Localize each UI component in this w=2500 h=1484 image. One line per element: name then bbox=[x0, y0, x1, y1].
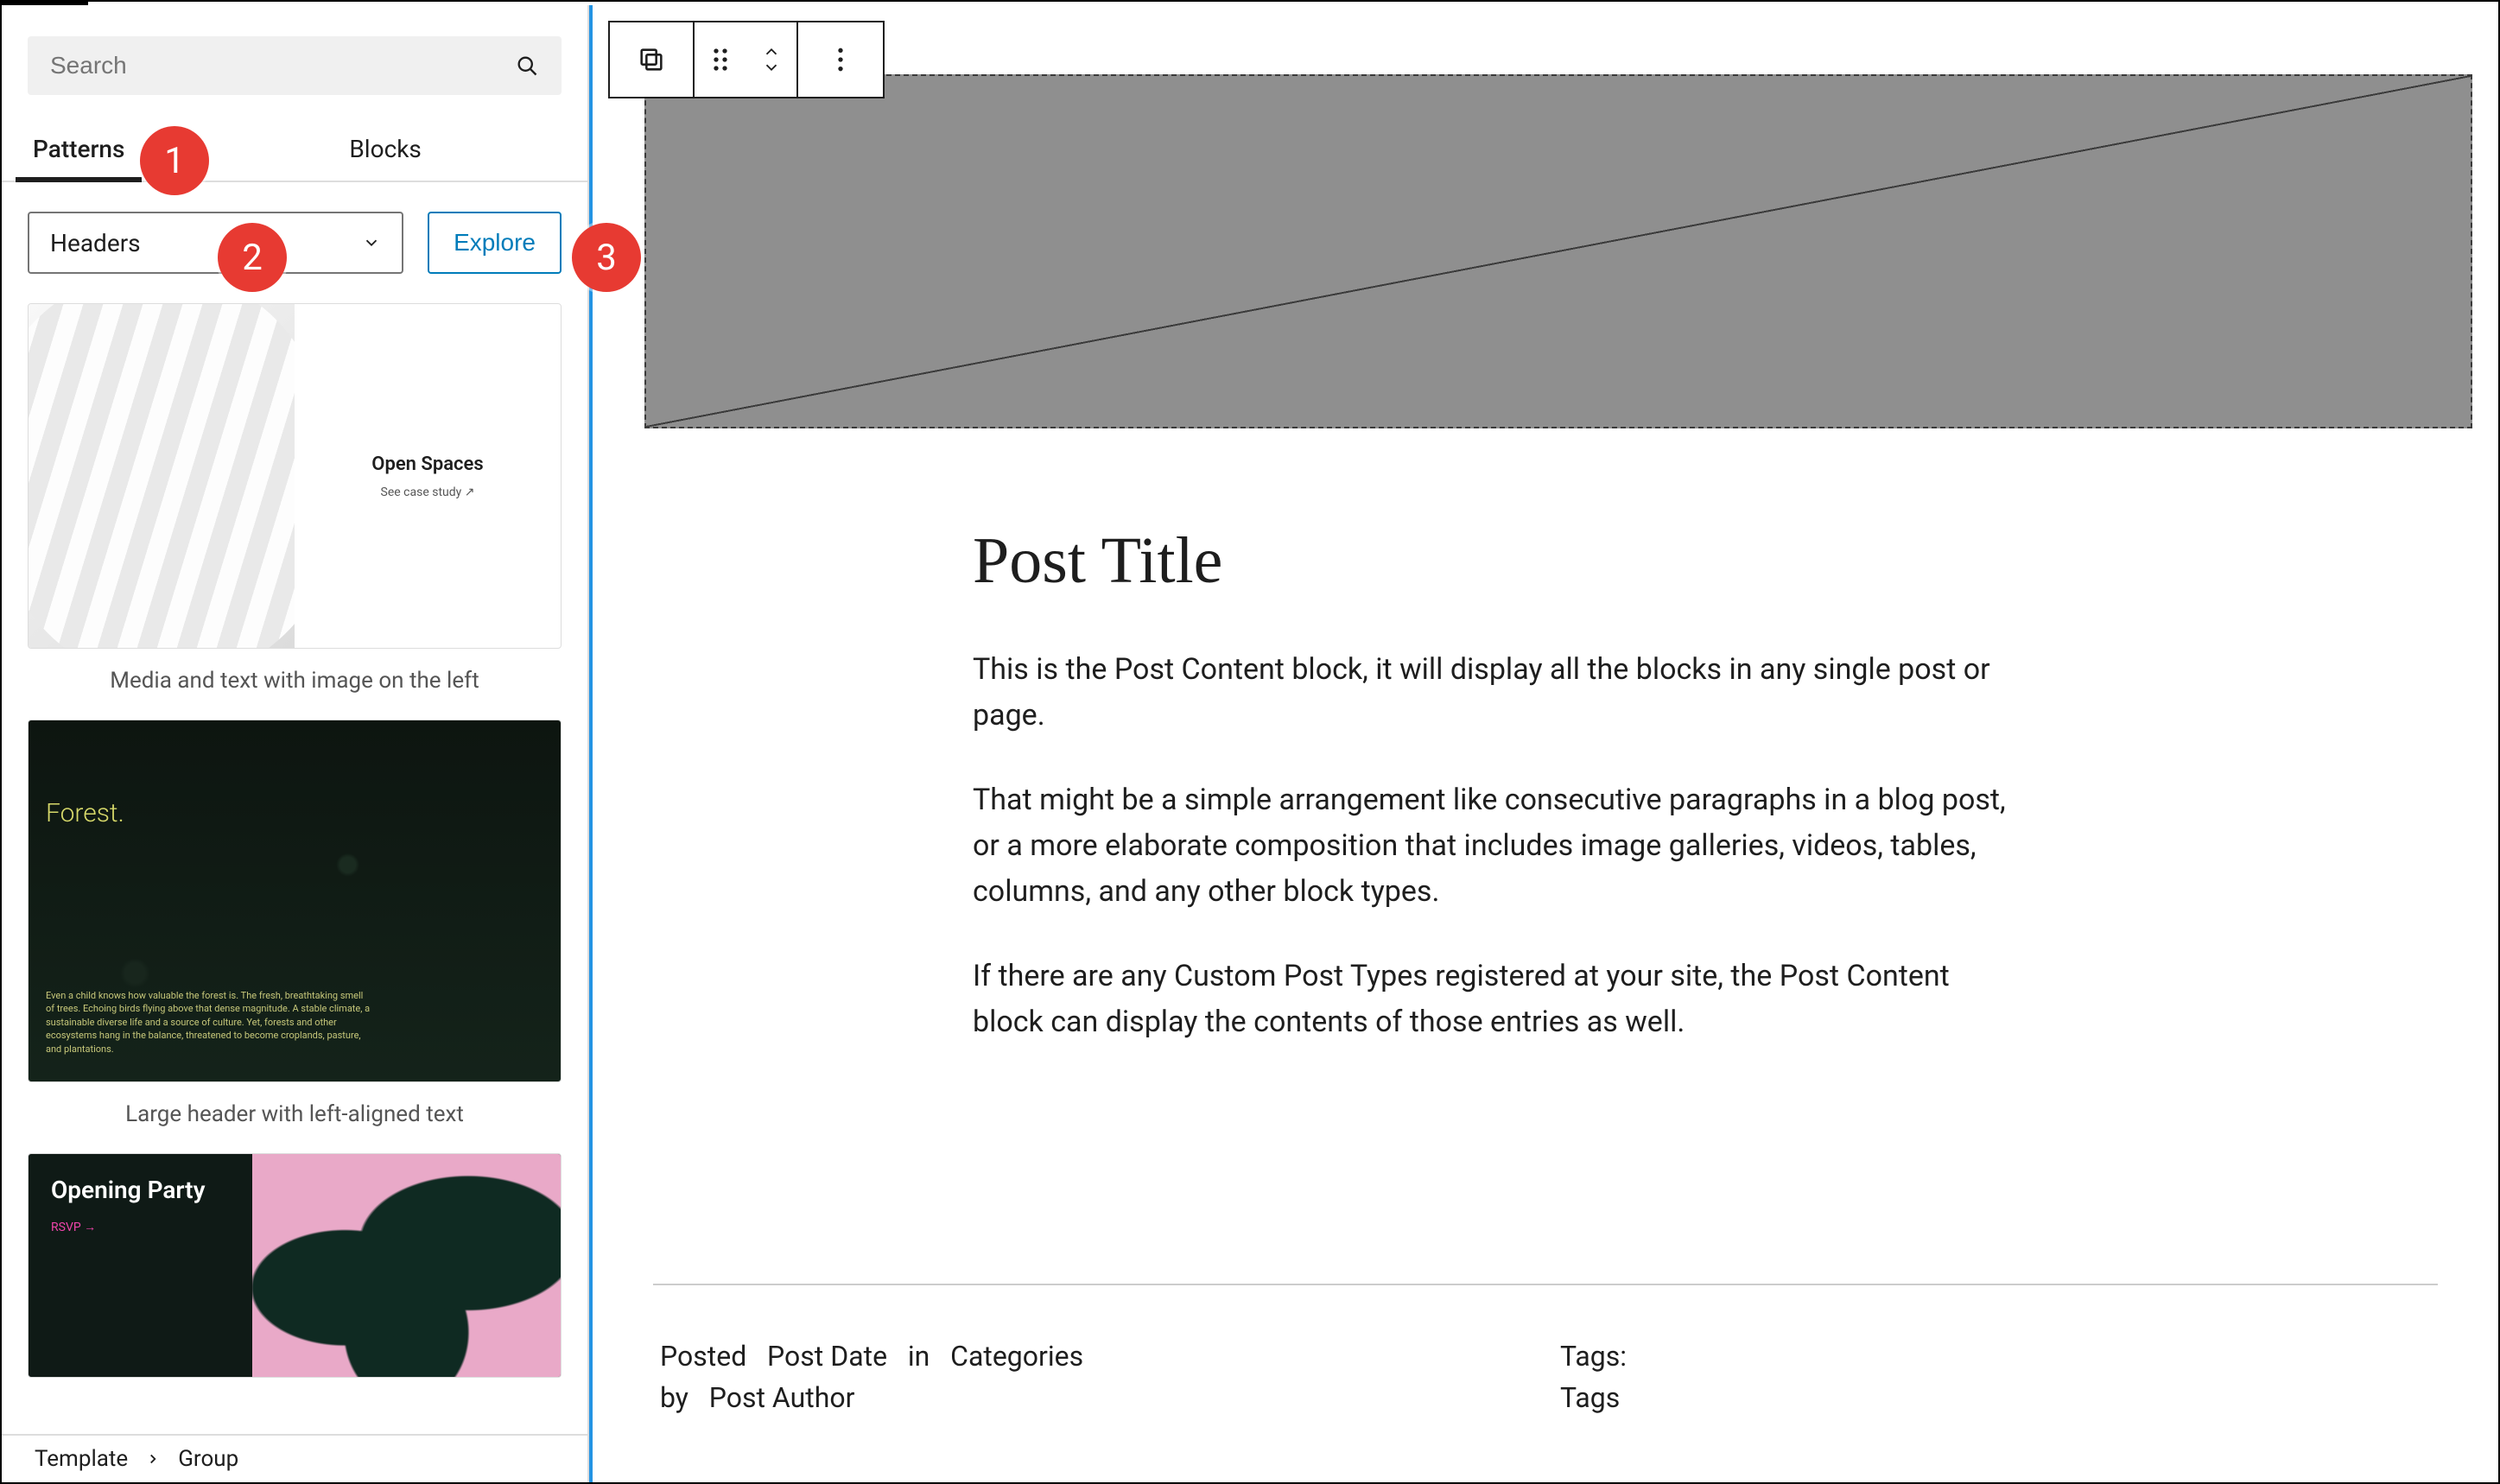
chevron-right-icon bbox=[145, 1451, 161, 1467]
pattern-category-select[interactable]: Headers bbox=[28, 212, 403, 274]
pattern-preview-subtitle: See case study ↗ bbox=[381, 485, 475, 499]
more-vertical-icon bbox=[836, 46, 845, 73]
tags-label: Tags: bbox=[1560, 1340, 1627, 1373]
main-area: Patterns Blocks Headers Explore bbox=[2, 5, 2498, 1482]
breadcrumb-current[interactable]: Group bbox=[178, 1446, 238, 1472]
move-down-button[interactable] bbox=[762, 60, 781, 75]
post-tags[interactable]: Tags bbox=[1560, 1381, 1620, 1414]
block-breadcrumb: Template Group bbox=[2, 1434, 587, 1482]
by-label: by bbox=[660, 1381, 688, 1414]
pattern-caption: Large header with left-aligned text bbox=[28, 1082, 562, 1136]
pattern-thumb-image bbox=[29, 304, 295, 648]
pattern-preview-title: Open Spaces bbox=[371, 453, 483, 475]
callout-badge-1: 1 bbox=[140, 126, 209, 195]
pattern-card[interactable]: Forest. Even a child knows how valuable … bbox=[28, 720, 562, 1136]
pattern-preview-title: Forest. bbox=[46, 798, 124, 828]
block-type-button[interactable] bbox=[610, 22, 695, 97]
post-title[interactable]: Post Title bbox=[973, 523, 2015, 599]
pattern-thumb-text: Opening Party RSVP → bbox=[29, 1154, 252, 1377]
tab-patterns[interactable]: Patterns bbox=[16, 121, 142, 181]
search-icon bbox=[515, 54, 539, 78]
inserter-sidebar: Patterns Blocks Headers Explore bbox=[2, 5, 589, 1482]
pattern-thumb-text: Open Spaces See case study ↗ bbox=[295, 304, 561, 648]
pattern-caption: Media and text with image on the left bbox=[28, 649, 562, 702]
featured-image-placeholder[interactable] bbox=[644, 74, 2472, 428]
copy-icon bbox=[637, 45, 666, 74]
posted-label: Posted bbox=[660, 1340, 746, 1373]
pattern-card[interactable]: Opening Party RSVP → bbox=[28, 1153, 562, 1378]
patterns-list: Open Spaces See case study ↗ Media and t… bbox=[2, 295, 587, 1482]
pattern-preview-desc: Even a child knows how valuable the fore… bbox=[46, 989, 371, 1056]
explore-patterns-button[interactable]: Explore bbox=[428, 212, 562, 274]
tab-blocks-label: Blocks bbox=[349, 135, 422, 163]
drag-handle-icon bbox=[711, 47, 730, 73]
block-toolbar bbox=[608, 21, 885, 98]
post-paragraph[interactable]: This is the Post Content block, it will … bbox=[973, 647, 2015, 738]
search-field-wrapper bbox=[28, 36, 562, 95]
post-meta-left: Posted Post Date in Categories by Post A… bbox=[660, 1335, 1083, 1418]
pattern-thumbnail: Forest. Even a child knows how valuable … bbox=[28, 720, 562, 1082]
inserter-tabs: Patterns Blocks bbox=[2, 121, 587, 182]
chevron-down-icon bbox=[362, 233, 381, 252]
tab-patterns-label: Patterns bbox=[33, 135, 124, 163]
in-label: in bbox=[908, 1340, 930, 1373]
pattern-thumbnail: Open Spaces See case study ↗ bbox=[28, 303, 562, 649]
editor-canvas[interactable]: Post Title This is the Post Content bloc… bbox=[589, 5, 2498, 1482]
pattern-thumb-image bbox=[252, 1154, 561, 1377]
post-date[interactable]: Post Date bbox=[767, 1340, 887, 1373]
pattern-preview-subtitle: RSVP → bbox=[51, 1220, 230, 1234]
pattern-category-selected: Headers bbox=[50, 229, 141, 257]
post-paragraph[interactable]: That might be a simple arrangement like … bbox=[973, 777, 2015, 914]
pattern-card[interactable]: Open Spaces See case study ↗ Media and t… bbox=[28, 303, 562, 702]
block-options-button[interactable] bbox=[798, 22, 883, 97]
post-paragraph[interactable]: If there are any Custom Post Types regis… bbox=[973, 954, 2015, 1044]
tab-blocks[interactable]: Blocks bbox=[332, 121, 439, 181]
callout-badge-2: 2 bbox=[218, 223, 287, 292]
post-author[interactable]: Post Author bbox=[709, 1381, 855, 1414]
pattern-thumbnail: Opening Party RSVP → bbox=[28, 1153, 562, 1378]
pattern-preview-title: Opening Party bbox=[51, 1176, 230, 1204]
post-categories[interactable]: Categories bbox=[950, 1340, 1083, 1373]
move-up-button[interactable] bbox=[762, 44, 781, 60]
move-up-down bbox=[746, 22, 798, 97]
post-meta-right: Tags: Tags bbox=[1560, 1335, 1627, 1418]
drag-handle[interactable] bbox=[695, 22, 746, 97]
breadcrumb-root[interactable]: Template bbox=[35, 1446, 128, 1472]
pattern-filter-row: Headers Explore bbox=[28, 212, 562, 274]
app-root: Patterns Blocks Headers Explore bbox=[0, 0, 2500, 1484]
explore-button-label: Explore bbox=[454, 229, 536, 256]
meta-separator bbox=[653, 1284, 2438, 1285]
callout-badge-3: 3 bbox=[572, 223, 641, 292]
search-input[interactable] bbox=[50, 52, 515, 79]
post-content-area: Post Title This is the Post Content bloc… bbox=[973, 523, 2015, 1085]
